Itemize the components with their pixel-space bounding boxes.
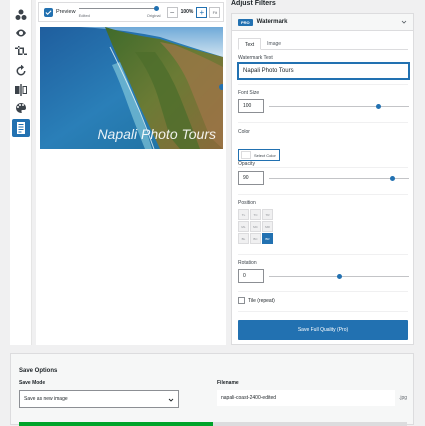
divider: [238, 194, 408, 195]
color-tool-button[interactable]: [12, 99, 30, 117]
save-mode-label: Save Mode: [19, 380, 46, 386]
flip-icon: [15, 84, 27, 96]
coast-photo: Napali Photo Tours: [40, 27, 223, 149]
opacity-thumb[interactable]: [389, 176, 395, 181]
watermark-panel-header[interactable]: PRO Watermark: [232, 14, 413, 31]
document-icon: [17, 122, 25, 134]
flip-tool-button[interactable]: [12, 81, 30, 99]
tab-image[interactable]: Image: [261, 38, 287, 49]
position-cell-tr[interactable]: TR: [262, 209, 273, 220]
watermark-panel: PRO Watermark Text Image Watermark Text …: [231, 13, 414, 345]
save-options-title: Save Options: [19, 368, 58, 374]
compare-slider[interactable]: Edited Original: [78, 4, 161, 20]
font-size-label: Font Size: [238, 90, 260, 96]
divider: [238, 311, 408, 312]
tile-label: Tile (repeat): [248, 297, 275, 304]
edited-label: Edited: [78, 13, 90, 18]
divider: [238, 254, 408, 255]
filename-label: Filename: [217, 380, 239, 386]
compare-thumb[interactable]: [154, 6, 160, 11]
divider: [238, 167, 408, 168]
watermark-overlay: Napali Photo Tours: [97, 126, 216, 142]
save-progress-fill: [19, 422, 213, 426]
tool-sidebar: [10, 0, 32, 345]
position-cell-mr[interactable]: MR: [262, 221, 273, 232]
rotate-tool-button[interactable]: [12, 62, 30, 80]
select-color-label: Select Color: [254, 152, 276, 158]
compare-track: [78, 8, 159, 9]
save-options-panel: Save Options Save Mode Save as new image…: [10, 353, 414, 426]
position-cell-bl[interactable]: BL: [238, 233, 249, 244]
rotation-label: Rotation: [238, 260, 257, 266]
color-label: Color: [238, 129, 250, 135]
filename-input[interactable]: napali-coast-2400-edited: [217, 390, 395, 406]
chevron-down-icon[interactable]: [401, 19, 407, 25]
save-mode-select[interactable]: Save as new image: [19, 390, 179, 408]
save-full-quality-button[interactable]: Save Full Quality (Pro): [238, 320, 408, 340]
panel-title: Watermark: [256, 19, 288, 25]
check-icon: [45, 9, 52, 15]
position-cell-tc[interactable]: TC: [250, 209, 261, 220]
position-label: Position: [238, 200, 256, 206]
rotation-input[interactable]: 0: [238, 269, 264, 283]
pro-badge: PRO: [238, 18, 253, 26]
preview-label: Preview: [56, 9, 76, 15]
color-swatch: [241, 151, 251, 159]
visibility-tool-button[interactable]: [12, 24, 30, 42]
rotation-thumb[interactable]: [336, 274, 342, 279]
font-size-thumb[interactable]: [375, 104, 381, 109]
watermark-tool-button[interactable]: [12, 119, 30, 137]
preview-image[interactable]: Napali Photo Tours: [40, 27, 223, 149]
eye-icon: [16, 29, 26, 37]
shapes-icon: [15, 9, 27, 20]
filters-title: Adjust Filters: [231, 0, 276, 7]
zoom-level: 100%: [180, 9, 194, 15]
position-cell-br[interactable]: BR: [262, 233, 273, 244]
font-size-slider[interactable]: [269, 106, 409, 107]
position-cell-ml[interactable]: ML: [238, 221, 249, 232]
position-grid: TL TC TR ML MC MR BL BC BR: [238, 209, 274, 245]
divider: [238, 291, 408, 292]
select-color-button[interactable]: Select Color: [238, 149, 280, 161]
tile-option[interactable]: Tile (repeat): [238, 297, 275, 304]
position-cell-bc[interactable]: BC: [250, 233, 261, 244]
tile-checkbox[interactable]: [238, 297, 245, 304]
divider: [238, 84, 408, 85]
zoom-out-button[interactable]: −: [166, 6, 178, 18]
save-progress-bar: [19, 422, 407, 426]
rotate-icon: [16, 65, 26, 76]
preview-area: Preview Edited Original − 100% + Fit Nap…: [36, 0, 226, 345]
watermark-text-label: Watermark Text: [238, 55, 273, 61]
opacity-label: Opacity: [238, 161, 255, 167]
fit-button[interactable]: Fit: [209, 6, 221, 18]
original-label: Original: [146, 13, 161, 18]
crop-tool-button[interactable]: [12, 43, 30, 61]
zoom-in-button[interactable]: +: [196, 6, 208, 18]
shapes-tool-button[interactable]: [12, 6, 30, 24]
position-cell-tl[interactable]: TL: [238, 209, 249, 220]
position-cell-mc[interactable]: MC: [250, 221, 261, 232]
chevron-down-icon: [168, 398, 174, 402]
crop-icon: [15, 46, 27, 55]
opacity-slider[interactable]: [269, 178, 409, 179]
font-size-input[interactable]: 100: [238, 99, 264, 113]
preview-toolbar: Preview Edited Original − 100% + Fit: [38, 2, 224, 22]
file-extension: .jpg: [399, 395, 408, 401]
tab-text[interactable]: Text: [238, 38, 262, 50]
divider: [238, 122, 408, 123]
watermark-text-input[interactable]: Napali Photo Tours: [238, 63, 409, 79]
opacity-input[interactable]: 90: [238, 171, 264, 185]
watermark-tabs: Text Image: [238, 38, 408, 50]
save-mode-value: Save as new image: [24, 396, 68, 402]
preview-checkbox[interactable]: [44, 7, 53, 17]
palette-icon: [16, 103, 26, 113]
